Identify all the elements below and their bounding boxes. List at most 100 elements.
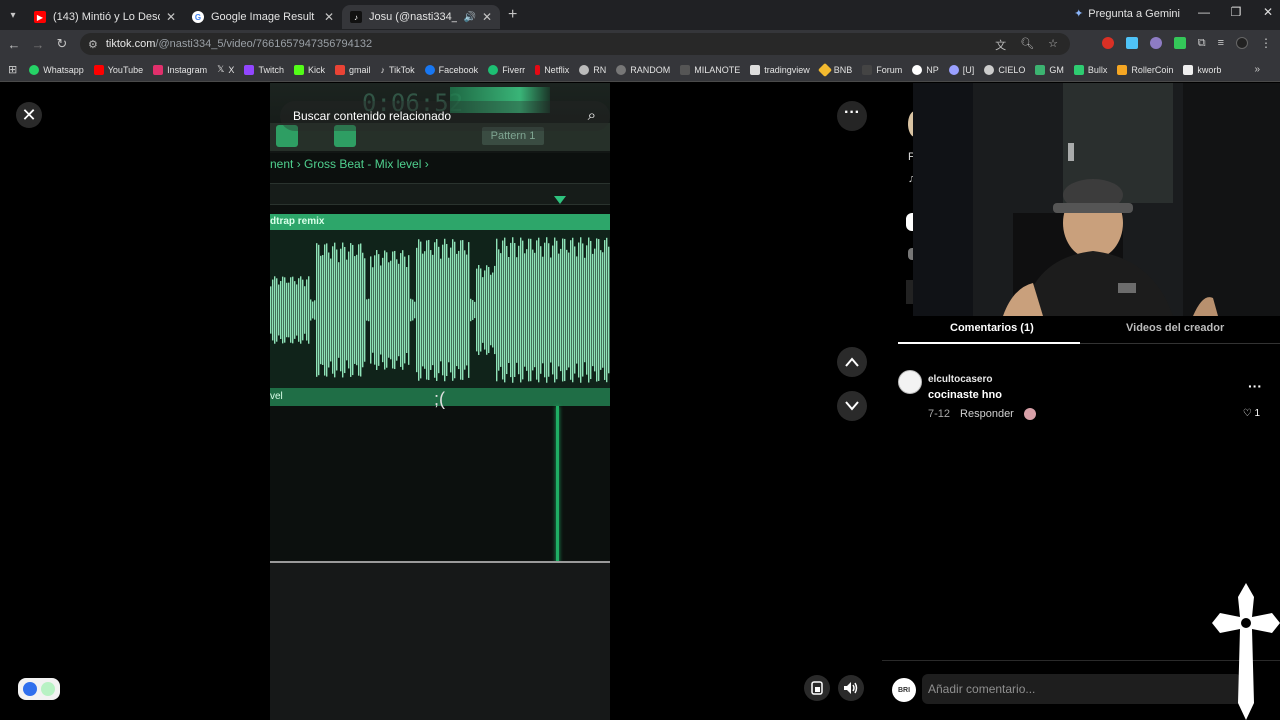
forward-icon[interactable]: → [26,37,50,52]
bookmark-kworb[interactable]: kworb [1183,64,1222,75]
bookmark-bullx[interactable]: Bullx [1073,64,1107,75]
floating-player-button[interactable] [804,675,830,701]
menu-kebab-icon[interactable]: ⋮ [1260,36,1272,50]
bookmark-youtube[interactable]: YouTube [93,64,143,75]
bookmark-twitch[interactable]: Twitch [244,64,284,75]
bookmark-tiktok[interactable]: ♪ TikTok [380,65,414,75]
bookmark-star-icon[interactable]: ☆ [1048,37,1058,53]
more-options-button[interactable]: ··· [837,101,867,131]
commenter-username[interactable]: elcultocasero [928,374,992,385]
extension-icon[interactable] [1125,37,1138,49]
browser-tab-tiktok[interactable]: ♪ Josu (@nasti334_5) | TikTok 🔊 ✕ [342,5,500,29]
bookmark-label: Fiverr [502,64,526,75]
bookmark-kick[interactable]: Kick [293,64,325,75]
waveform-bar [336,249,338,371]
close-window-icon[interactable]: ✕ [1262,5,1274,19]
tab-comments[interactable]: Comentarios (1) [950,322,1034,334]
waveform-bar [552,245,554,375]
record-extension-icon[interactable] [1101,37,1114,49]
extension-icon[interactable] [1173,37,1186,49]
volume-button[interactable] [838,675,864,701]
close-tab-icon[interactable]: ✕ [324,10,334,24]
close-video-button[interactable]: ✕ [16,102,42,128]
address-bar[interactable]: ⚙ tiktok.com/@nasti334_5/video/766165794… [80,33,1070,55]
waveform-bar [326,243,328,377]
bookmark-instagram[interactable]: Instagram [153,64,207,75]
restore-icon[interactable]: ❐ [1230,5,1242,19]
add-comment-input[interactable]: Añadir comentario... [922,674,1242,704]
bookmark-rn[interactable]: RN [579,64,606,75]
profile-avatar[interactable] [1236,37,1248,49]
audio-playing-icon[interactable]: 🔊 [463,12,475,23]
extension-icon[interactable] [1149,37,1162,49]
back-icon[interactable]: ← [2,37,26,52]
chevron-up-icon [845,357,859,367]
panel-tabs: Comentarios (1) Videos del creador [898,316,1280,344]
bookmark-fiverr[interactable]: Fiverr [488,64,526,75]
commenter-avatar[interactable] [898,370,922,394]
bookmark-bnb[interactable]: BNB [817,62,852,77]
media-controls-icon[interactable]: ≡ [1218,37,1224,49]
waveform-bar [314,300,316,320]
close-tab-icon[interactable]: ✕ [482,10,492,24]
bookmark-forum[interactable]: Forum [862,64,902,75]
apps-grid-icon[interactable]: ⊞ [8,63,17,76]
bookmark-tradingview[interactable]: tradingview [750,64,810,75]
bookmark-whatsapp[interactable]: Whatsapp [29,64,84,75]
bookmark-cielo[interactable]: CIELO [984,64,1025,75]
more-bookmarks-icon[interactable]: » [1254,64,1260,75]
waveform-bar [508,256,510,364]
bookmark-np[interactable]: NP [912,64,939,75]
youtube-favicon-icon: ▶ [34,11,46,23]
search-icon[interactable]: ⌕ [588,107,596,124]
translate-icon[interactable]: 文 [995,37,1006,53]
bookmark-gm[interactable]: GM [1035,64,1064,75]
waveform-bar [524,253,526,367]
browser-tab-google-image[interactable]: G Google Image Result ✕ [184,5,342,29]
waveform-bar [540,246,542,374]
bookmark-label: kworb [1197,64,1222,75]
reply-button[interactable]: Responder [960,408,1014,420]
tab-search-menu-icon[interactable]: ▾ [0,0,26,30]
video-frame-waveform [270,230,610,390]
waveform-bar [504,237,506,383]
extensions-puzzle-icon[interactable]: ⧉ [1198,37,1206,50]
new-tab-button[interactable]: + [508,6,517,24]
reload-icon[interactable]: ↻ [50,36,74,52]
minimize-icon[interactable]: — [1198,5,1210,19]
ask-gemini-button[interactable]: ✦ Pregunta a Gemini [1074,7,1180,21]
comment-like-button[interactable]: ♡ 1 [1243,408,1260,419]
waveform-bar [312,301,314,319]
tab-creator-videos[interactable]: Videos del creador [1126,322,1224,334]
close-tab-icon[interactable]: ✕ [166,10,176,24]
bookmarks-bar: ⊞ Whatsapp YouTube Instagram 𝕏X Twitch K… [0,58,1280,82]
bookmark-facebook[interactable]: Facebook [424,64,478,75]
bookmark-gmail[interactable]: gmail [334,64,370,75]
screen-recorder-widget[interactable] [18,678,60,700]
comment-more-icon[interactable]: ··· [1248,378,1262,394]
recorder-play-icon [23,682,37,696]
next-video-button[interactable] [837,391,867,421]
waveform-bar [606,237,608,383]
waveform-bar [304,286,306,334]
bookmark-rollercoin[interactable]: RollerCoin [1117,64,1173,75]
waveform-bar [368,298,370,322]
browser-tab-youtube[interactable]: ▶ (143) Mintió y Lo Descubrieron ✕ [26,5,184,29]
bookmark-netflix[interactable]: Netflix [535,64,569,75]
site-info-icon[interactable]: ⚙ [88,38,98,51]
u-icon [948,64,959,75]
video-player[interactable]: 0:06:52 Pattern 1 nent › Gross Beat - Mi… [270,83,610,720]
bookmark-u[interactable]: [U] [948,64,974,75]
waveform-bar [424,251,426,369]
facebook-icon [424,64,435,75]
waveform-bar [344,246,346,374]
bookmark-random[interactable]: RANDOM [616,64,670,75]
bookmark-milanote[interactable]: MILANOTE [680,64,740,75]
waveform-bar [492,272,494,348]
zoom-icon[interactable]: 🔍︎ [1020,37,1034,53]
speaker-icon [844,682,858,694]
bookmark-x[interactable]: 𝕏X [217,64,234,75]
waveform-bar [450,247,452,373]
previous-video-button[interactable] [837,347,867,377]
related-search-input[interactable]: Buscar contenido relacionado ⌕ [280,101,610,131]
